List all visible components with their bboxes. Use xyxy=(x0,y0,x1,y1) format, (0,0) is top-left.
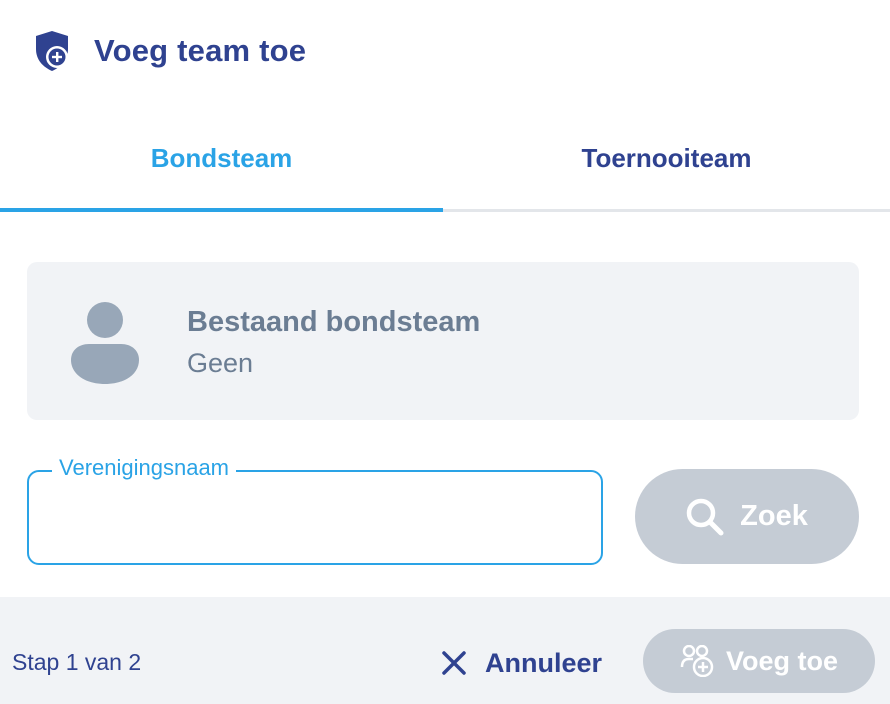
existing-team-card: Bestaand bondsteam Geen xyxy=(27,262,859,420)
search-icon xyxy=(686,498,724,535)
cancel-button[interactable]: Annuleer xyxy=(441,643,602,683)
close-icon xyxy=(442,651,466,675)
existing-team-title: Bestaand bondsteam xyxy=(187,306,481,338)
dialog-header: Voeg team toe xyxy=(32,28,306,74)
tab-bar: Bondsteam Toernooiteam xyxy=(0,108,890,212)
active-tab-indicator xyxy=(0,208,443,212)
cancel-button-label: Annuleer xyxy=(485,647,603,678)
add-team-icon xyxy=(680,645,714,677)
existing-team-value: Geen xyxy=(187,348,254,378)
dialog-footer: Stap 1 van 2 Annuleer Voeg toe xyxy=(0,597,890,704)
club-name-label: Verenigingsnaam xyxy=(52,455,237,481)
step-indicator: Stap 1 van 2 xyxy=(12,649,142,675)
tab-bondsteam[interactable]: Bondsteam xyxy=(0,108,443,208)
add-button[interactable]: Voeg toe xyxy=(643,629,875,693)
club-name-input[interactable] xyxy=(49,498,583,540)
club-name-field[interactable] xyxy=(27,470,603,565)
search-button[interactable]: Zoek xyxy=(635,469,859,564)
search-button-label: Zoek xyxy=(740,500,808,532)
person-icon xyxy=(71,302,139,384)
add-button-label: Voeg toe xyxy=(725,645,838,676)
dialog-title: Voeg team toe xyxy=(94,33,307,68)
tab-toernooiteam[interactable]: Toernooiteam xyxy=(443,108,890,208)
shield-plus-icon xyxy=(36,31,68,71)
